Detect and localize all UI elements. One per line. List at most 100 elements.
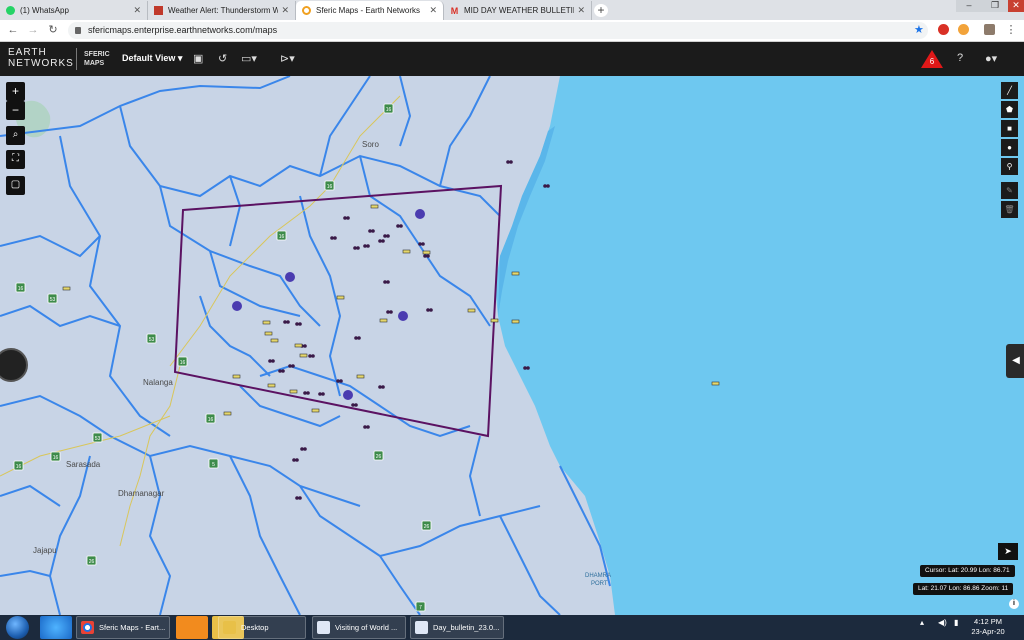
logo-divider [76, 48, 77, 70]
network-icon[interactable]: ▮ [954, 618, 958, 627]
chrome-icon [81, 621, 94, 634]
logo-line: NETWORKS [8, 58, 74, 69]
info-markers[interactable] [232, 209, 425, 400]
monitor-icon[interactable]: ▭▾ [241, 52, 257, 65]
close-icon[interactable]: ✕ [133, 5, 141, 16]
extension-icon[interactable] [958, 24, 969, 35]
menu-dots-icon[interactable]: ⋮ [1004, 23, 1018, 37]
default-view-dropdown[interactable]: Default View ▾ [122, 53, 182, 64]
highway-shield-label: 5 [212, 462, 215, 468]
info-icon[interactable]: i [1009, 599, 1019, 609]
highway-shield-label: 16 [18, 286, 24, 292]
logo-line: MAPS [84, 60, 105, 67]
expand-panel-button[interactable]: ◀ [1006, 344, 1024, 378]
taskbar-window-word1[interactable]: Visiting of World ... [312, 616, 406, 639]
folder-icon [223, 621, 236, 634]
highway-shield-label: 16 [180, 360, 186, 366]
close-icon[interactable]: ✕ [429, 5, 437, 16]
highway-shield-label: 26 [376, 454, 382, 460]
document-icon [415, 621, 428, 634]
restore-button[interactable]: ❐ [982, 0, 1008, 12]
highway-shield-label: 16 [386, 107, 392, 113]
taskbar-window-chrome[interactable]: Sferic Maps - Eart... [76, 616, 170, 639]
fullscreen-icon[interactable]: ⛶ [6, 150, 25, 169]
locate-arrow-icon[interactable]: ➤ [998, 543, 1018, 560]
window-label: Sferic Maps - Eart... [99, 623, 166, 632]
highway-shield-label: 16 [327, 184, 333, 190]
highway-shield-label: 16 [53, 455, 59, 461]
highway-shield-label: 16 [16, 464, 22, 470]
place-label: PORT [591, 581, 608, 587]
tab-whatsapp[interactable]: (1) WhatsApp ✕ [0, 1, 148, 20]
ie-icon[interactable] [40, 616, 72, 639]
draw-polygon-icon[interactable]: ⬟ [1001, 101, 1018, 118]
media-player-icon[interactable] [176, 616, 208, 639]
tab-title: Sferic Maps - Earth Networks [316, 6, 421, 15]
sea-area [495, 76, 1024, 615]
cursor-readout: Cursor: Lat: 20.99 Lon: 86.71 [920, 565, 1015, 577]
taskbar-window-word2[interactable]: Day_bulletin_23.0... [410, 616, 504, 639]
extension-icon[interactable] [938, 24, 949, 35]
place-label: Soro [362, 140, 379, 149]
user-icon[interactable]: ●▾ [985, 52, 997, 65]
app-header: EARTH NETWORKS SFERIC MAPS Default View … [0, 42, 1024, 76]
close-icon[interactable]: ✕ [577, 5, 585, 16]
new-tab-button[interactable]: + [594, 4, 608, 17]
view-readout: Lat: 21.07 Lon: 86.86 Zoom: 11 [913, 583, 1014, 595]
volume-icon[interactable]: ◀) [938, 618, 947, 627]
tray-arrow-icon[interactable]: ▴ [920, 618, 924, 627]
whatsapp-icon [6, 6, 15, 15]
window-label: Desktop [241, 623, 269, 632]
save-icon[interactable]: ▣ [193, 52, 203, 65]
zoom-out-button[interactable]: − [6, 101, 25, 120]
window-label: Day_bulletin_23.0... [433, 623, 500, 632]
reload-icon[interactable]: ↻ [46, 23, 60, 37]
layers-icon[interactable]: ▢ [6, 176, 25, 195]
map-svg: 16 16 16 16 16 53 53 53 16 16 16 5 26 26 26 7 [0, 76, 1024, 615]
bookmark-star-icon[interactable]: ★ [914, 23, 924, 36]
highway-shield-label: 26 [89, 559, 95, 565]
tab-title: MID DAY WEATHER BULLETIN Da [464, 6, 574, 15]
play-icon[interactable]: ⊳▾ [280, 52, 295, 65]
place-label: Nalanga [143, 378, 173, 387]
delete-icon[interactable]: 🗑 [1001, 201, 1018, 218]
draw-line-icon[interactable]: ╱ [1001, 82, 1018, 99]
url-field[interactable]: sfericmaps.enterprise.earthnetworks.com/… [68, 22, 928, 39]
window-label: Visiting of World ... [335, 623, 398, 632]
url-text: sfericmaps.enterprise.earthnetworks.com/… [88, 25, 278, 35]
start-button[interactable] [6, 616, 29, 639]
zoom-search-icon[interactable]: ⌕ [6, 126, 25, 145]
earth-networks-logo: EARTH NETWORKS [8, 47, 74, 69]
logo-line: EARTH [8, 47, 47, 58]
back-icon[interactable]: ← [6, 23, 20, 37]
help-icon[interactable]: ? [957, 52, 963, 64]
draw-circle-icon[interactable]: ● [1001, 139, 1018, 156]
draw-rectangle-icon[interactable]: ■ [1001, 120, 1018, 137]
alert-count: 6 [929, 57, 935, 66]
place-marker-icon[interactable]: ⚲ [1001, 158, 1018, 175]
highway-shield-label: 53 [50, 297, 56, 303]
tab-weather-alert[interactable]: Weather Alert: Thunderstorm Wi ✕ [148, 1, 296, 20]
weather-alert-icon [154, 6, 163, 15]
view-label: Default View [122, 53, 176, 63]
profile-avatar-icon[interactable] [984, 24, 995, 35]
highway-shield-label: 7 [419, 605, 422, 611]
minimize-button[interactable]: – [956, 0, 982, 12]
tab-bulletin[interactable]: M MID DAY WEATHER BULLETIN Da ✕ [444, 1, 592, 20]
map-canvas[interactable]: 16 16 16 16 16 53 53 53 16 16 16 5 26 26 26 7 Soro Nala… [0, 76, 1024, 615]
place-label: Dhamanagar [118, 489, 165, 498]
tab-sferic-maps[interactable]: Sferic Maps - Earth Networks ✕ [296, 1, 444, 20]
lock-icon [75, 27, 81, 34]
zoom-in-button[interactable]: + [6, 82, 25, 101]
tab-title: (1) WhatsApp [20, 6, 69, 15]
gmail-icon: M [450, 5, 459, 16]
windows-taskbar: Sferic Maps - Eart... Desktop Visiting o… [0, 615, 1024, 640]
system-clock[interactable]: 4:12 PM 23-Apr-20 [968, 617, 1008, 637]
edit-icon[interactable]: ✎ [1001, 182, 1018, 199]
forward-icon[interactable]: → [26, 23, 40, 37]
close-icon[interactable]: ✕ [281, 5, 289, 16]
close-window-button[interactable]: ✕ [1008, 0, 1024, 12]
highway-shield-label: 16 [208, 417, 214, 423]
taskbar-window-desktop[interactable]: Desktop [218, 616, 306, 639]
undo-icon[interactable]: ↺ [218, 52, 227, 65]
